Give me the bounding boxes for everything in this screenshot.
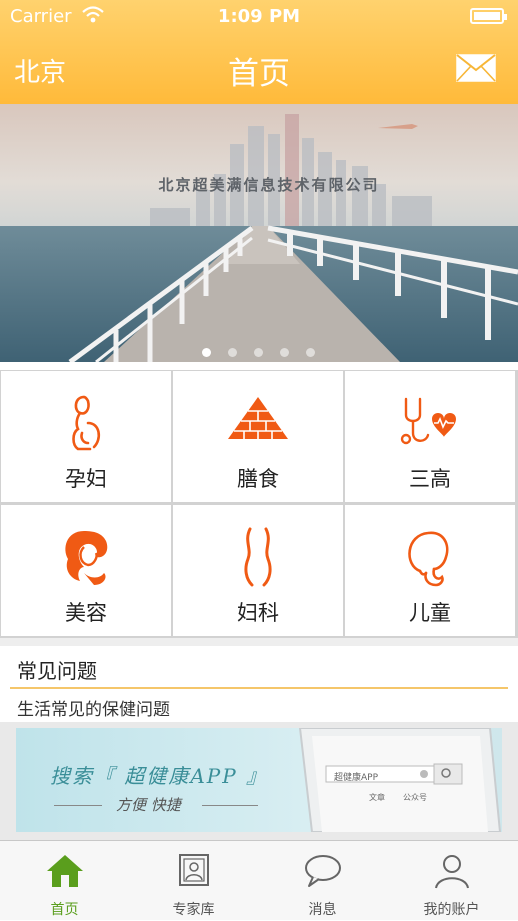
pregnant-woman-icon (72, 395, 101, 451)
carousel-dots[interactable] (202, 342, 332, 357)
ad-tagline: 方便 快捷 (116, 796, 181, 814)
category-beauty[interactable]: 美容 (1, 505, 171, 636)
banner-caption: 北京超美满信息技术有限公司 (158, 176, 380, 194)
category-label: 美容 (65, 601, 107, 625)
tab-label: 专家库 (172, 902, 215, 918)
home-icon (46, 855, 83, 887)
tab-account[interactable]: 我的账户 (387, 841, 516, 921)
header: Carrier 1:09 PM 北京 首页 (0, 0, 518, 104)
stethoscope-heart-icon (400, 397, 456, 445)
status-bar: Carrier 1:09 PM (0, 0, 518, 34)
message-icon (304, 855, 341, 887)
category-label: 孕妇 (65, 467, 107, 491)
carousel-dot[interactable] (254, 348, 263, 357)
category-pregnant[interactable]: 孕妇 (1, 371, 171, 502)
category-children[interactable]: 儿童 (345, 505, 515, 636)
faq-title: 常见问题 (17, 659, 97, 683)
mail-icon[interactable] (456, 54, 496, 82)
ad-option-article: 文章 (369, 793, 385, 802)
carousel-dot[interactable] (280, 348, 289, 357)
child-head-icon (408, 531, 449, 587)
category-gynecology[interactable]: 妇科 (173, 505, 343, 636)
tab-experts[interactable]: 专家库 (129, 841, 258, 921)
food-pyramid-icon (228, 397, 288, 439)
section-divider (0, 638, 518, 646)
carousel-dot[interactable] (306, 348, 315, 357)
ad-search-text: 超健康APP (334, 773, 379, 783)
tab-home[interactable]: 首页 (0, 841, 129, 921)
female-body-icon (244, 527, 272, 587)
tab-label: 我的账户 (423, 902, 480, 918)
clock: 1:09 PM (217, 6, 301, 27)
phone-illustration (298, 728, 502, 832)
tab-label: 首页 (50, 902, 79, 918)
category-label: 妇科 (237, 601, 279, 625)
user-icon (434, 855, 469, 889)
category-grid: 孕妇 膳食 三高 美容 妇科 儿童 (0, 370, 518, 638)
ad-divider-left (54, 805, 102, 806)
tab-messages[interactable]: 消息 (258, 841, 387, 921)
category-label: 膳食 (237, 467, 279, 491)
ad-divider-right (202, 805, 258, 806)
ad-container: 搜索『 超健康APP 』 方便 快捷 超健康APP 文章 公众号 (0, 722, 518, 840)
carousel-dot[interactable] (228, 348, 237, 357)
faq-subtitle[interactable]: 生活常见的保健问题 (17, 695, 170, 720)
battery-icon (470, 8, 507, 24)
page-title: 首页 (228, 56, 290, 92)
category-label: 三高 (409, 467, 451, 491)
category-diet[interactable]: 膳食 (173, 371, 343, 502)
category-label: 儿童 (409, 601, 451, 625)
banner-carousel[interactable]: 北京超美满信息技术有限公司 (0, 104, 518, 362)
tab-label: 消息 (308, 902, 337, 918)
tab-bar: 首页 专家库 消息 我的账户 (0, 840, 518, 920)
ad-title: 搜索『 超健康APP 』 (50, 764, 269, 788)
banner-image (0, 104, 518, 362)
faq-underline (10, 687, 508, 689)
expert-icon (178, 854, 209, 886)
category-three-highs[interactable]: 三高 (345, 371, 515, 502)
ad-banner[interactable]: 搜索『 超健康APP 』 方便 快捷 超健康APP 文章 公众号 (16, 728, 502, 832)
woman-face-icon (65, 531, 108, 585)
carousel-dot[interactable] (202, 348, 211, 357)
ad-option-public-account: 公众号 (403, 793, 427, 802)
